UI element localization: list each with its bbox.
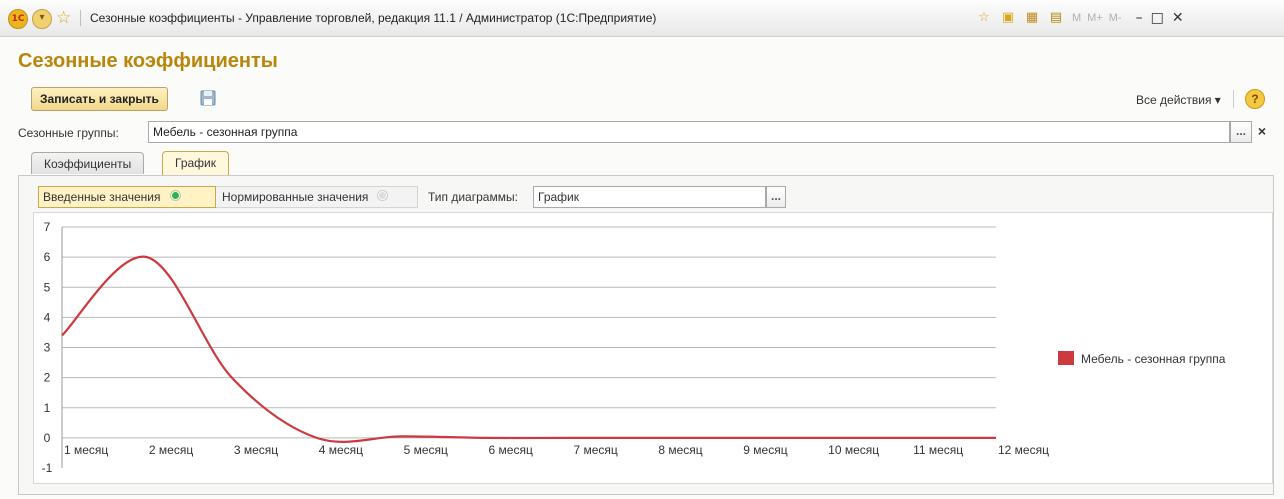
memory-plus-button[interactable]: M+ [1087,12,1103,24]
select-button[interactable]: ... [1230,121,1252,143]
memory-minus-button[interactable]: M- [1109,12,1122,24]
legend-label: Мебель - сезонная группа [1081,352,1226,366]
x-tick-label: 12 месяц [998,443,1049,457]
all-actions-menu[interactable]: Все действия ▾ [1136,93,1221,107]
y-tick-label: 7 [44,220,51,234]
app-logo-icon[interactable]: 1С [8,9,28,29]
x-tick-label: 4 месяц [319,443,363,457]
x-tick-label: 9 месяц [743,443,787,457]
window-title: Сезонные коэффициенты - Управление торго… [90,11,657,25]
memory-m-button[interactable]: M [1072,12,1081,24]
bookmark-icon[interactable]: ▣ [1000,10,1016,26]
y-tick-label: 0 [44,431,51,445]
entered-values-radio[interactable]: Введенные значения [38,186,216,208]
chart-legend: Мебель - сезонная группа [1058,351,1225,366]
dropdown-menu-icon[interactable]: ▾ [32,9,52,29]
x-tick-label: 2 месяц [149,443,193,457]
divider [1233,90,1234,108]
unselected-dot-icon [378,191,388,200]
save-disk-icon[interactable] [198,88,218,108]
seasonal-groups-label: Сезонные группы: [18,126,119,140]
x-tick-label: 3 месяц [234,443,278,457]
calendar-icon[interactable]: ▤ [1048,10,1064,26]
x-tick-label: 11 месяц [913,443,963,457]
y-tick-label: 6 [44,250,51,264]
tab-chart[interactable]: График [162,151,229,175]
clear-button[interactable]: × [1254,121,1270,143]
x-tick-label: 1 месяц [64,443,108,457]
title-toolbar: ☆ ▣ ▦ ▤ M M+ M- – □ ✕ [976,8,1184,28]
maximize-icon[interactable]: □ [1151,10,1164,26]
entered-values-label: Введенные значения [43,190,161,204]
seasonal-groups-input[interactable]: Мебель - сезонная группа [148,121,1230,143]
x-tick-label: 10 месяц [828,443,879,457]
divider [80,10,81,26]
x-tick-label: 5 месяц [404,443,448,457]
y-tick-label: 4 [44,310,51,324]
window-title-bar: 1С ▾ ☆ Сезонные коэффициенты - Управлени… [0,0,1284,37]
chart-type-select-button[interactable]: ... [766,186,786,208]
legend-swatch [1058,351,1074,365]
y-tick-label: -1 [42,461,53,475]
close-icon[interactable]: ✕ [1172,10,1184,26]
y-tick-label: 5 [44,280,51,294]
tab-coefficients[interactable]: Коэффициенты [31,152,145,174]
page-title: Сезонные коэффициенты [18,50,278,72]
normalized-values-label: Нормированные значения [222,190,369,204]
favorites-star-icon[interactable]: ☆ [56,8,71,28]
minimize-icon[interactable]: – [1136,10,1143,26]
chart-type-input[interactable]: График [533,186,766,208]
line-chart: -1 0 1 2 3 4 5 6 7 1 месяц 2 месяц 3 месяц 4 месяц 5 … [33,212,1273,484]
favorite-add-icon[interactable]: ☆ [976,10,992,26]
calculator-icon[interactable]: ▦ [1024,10,1040,26]
x-tick-label: 6 месяц [489,443,533,457]
selected-dot-icon [170,191,180,200]
y-tick-label: 2 [44,371,51,385]
save-and-close-button[interactable]: Записать и закрыть [31,87,168,111]
help-icon[interactable]: ? [1245,89,1265,109]
y-tick-label: 3 [44,341,51,355]
normalized-values-radio[interactable]: Нормированные значения [216,186,418,208]
chart-type-label: Тип диаграммы: [428,190,518,204]
chart-canvas: -1 0 1 2 3 4 5 6 7 1 месяц 2 месяц 3 месяц 4 месяц 5 … [42,220,1049,475]
y-tick-label: 1 [44,401,51,415]
x-tick-label: 7 месяц [573,443,617,457]
x-tick-label: 8 месяц [658,443,702,457]
series-line [61,255,996,443]
